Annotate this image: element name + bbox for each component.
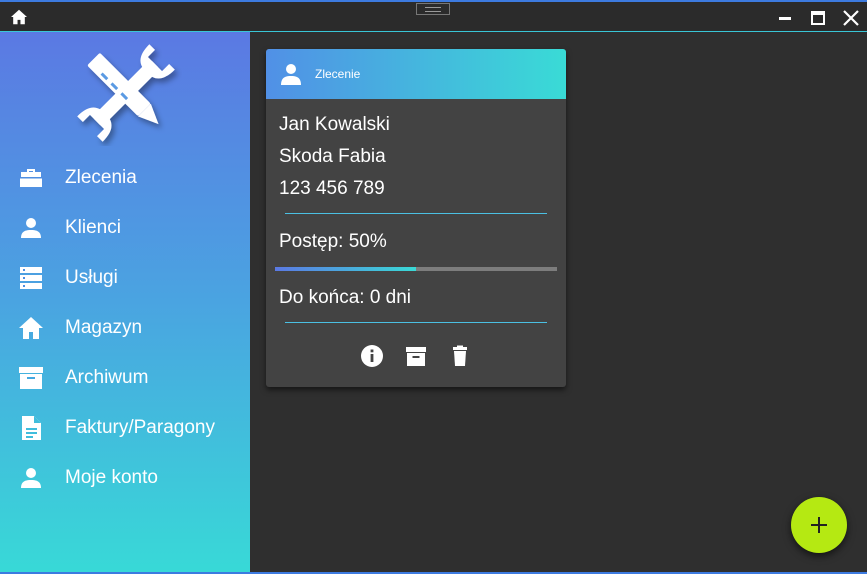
sidebar-item-magazyn[interactable]: Magazyn	[0, 306, 250, 350]
sidebar-item-label: Klienci	[65, 217, 121, 238]
tools-logo-icon	[77, 44, 175, 142]
sidebar-item-label: Usługi	[65, 267, 118, 288]
sidebar-item-label: Faktury/Paragony	[65, 417, 215, 438]
home-icon[interactable]	[10, 9, 28, 25]
maximize-icon[interactable]	[809, 9, 827, 27]
sidebar-item-klienci[interactable]: Klienci	[0, 206, 250, 250]
phone-number: 123 456 789	[279, 178, 385, 199]
card-header: Zlecenie	[266, 49, 566, 99]
archive-icon	[19, 367, 43, 389]
sidebar-item-archiwum[interactable]: Archiwum	[0, 356, 250, 400]
sidebar-item-label: Zlecenia	[65, 167, 137, 188]
home-icon	[19, 317, 43, 339]
add-order-button[interactable]	[791, 497, 847, 553]
server-icon	[20, 267, 42, 289]
trash-icon[interactable]	[448, 344, 472, 368]
client-name: Jan Kowalski	[279, 114, 390, 135]
divider	[285, 322, 547, 323]
archive-icon[interactable]	[404, 344, 428, 368]
minimize-icon[interactable]	[776, 9, 794, 27]
person-icon	[281, 64, 301, 85]
drag-handle[interactable]	[416, 3, 450, 15]
divider	[285, 213, 547, 214]
close-icon[interactable]	[842, 9, 860, 27]
plus-icon	[811, 517, 827, 533]
sidebar-item-faktury[interactable]: Faktury/Paragony	[0, 406, 250, 450]
person-icon	[21, 468, 41, 488]
title-bar	[0, 0, 867, 32]
sidebar-item-moje-konto[interactable]: Moje konto	[0, 456, 250, 500]
vehicle: Skoda Fabia	[279, 146, 386, 167]
progress-bar	[275, 267, 557, 271]
progress-label: Postęp: 50%	[279, 231, 387, 252]
document-icon	[22, 416, 41, 440]
sidebar: Zlecenia Klienci Usługi Magazyn Archiwum…	[0, 32, 250, 572]
info-icon[interactable]	[360, 344, 384, 368]
person-icon	[21, 218, 41, 238]
toolbox-icon	[20, 169, 42, 187]
sidebar-item-zlecenia[interactable]: Zlecenia	[0, 156, 250, 200]
progress-bar-fill	[275, 267, 416, 271]
sidebar-item-label: Archiwum	[65, 367, 149, 388]
order-card[interactable]: Zlecenie Jan Kowalski Skoda Fabia 123 45…	[266, 49, 566, 387]
remaining-days: Do końca: 0 dni	[279, 287, 412, 308]
sidebar-item-label: Magazyn	[65, 317, 143, 338]
card-title: Zlecenie	[315, 67, 361, 81]
sidebar-item-uslugi[interactable]: Usługi	[0, 256, 250, 300]
sidebar-item-label: Moje konto	[65, 467, 158, 488]
